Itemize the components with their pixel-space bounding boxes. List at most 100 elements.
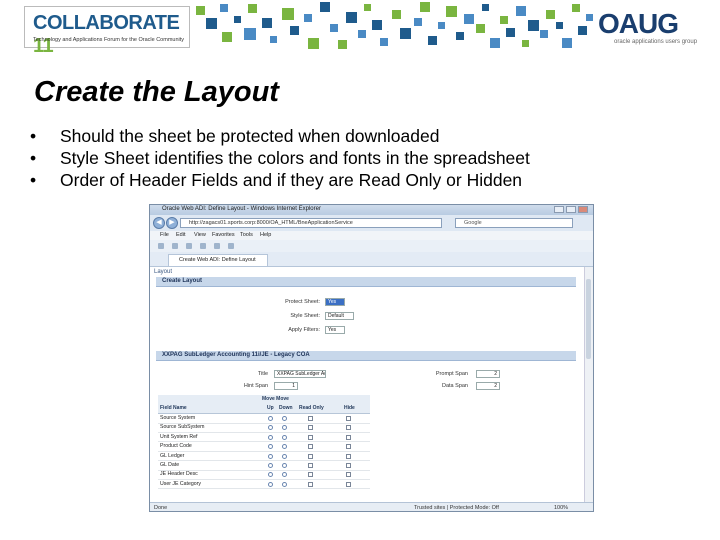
table-row: Source SubSystem [158, 423, 370, 434]
decorative-square [562, 38, 572, 48]
decorative-square [428, 36, 437, 45]
header-up: Up [267, 405, 274, 411]
section-subledger: XXPAG SubLedger Accounting 11i/JE - Lega… [156, 351, 576, 361]
move-down-radio[interactable] [282, 453, 287, 459]
decorative-square [196, 6, 205, 15]
read-only-checkbox[interactable] [308, 453, 313, 459]
decorative-square [540, 30, 548, 38]
decorative-square [556, 22, 563, 29]
favorites-icon[interactable] [158, 243, 164, 249]
bullet-item: Style Sheet identifies the colors and fo… [30, 147, 530, 169]
window-title: Oracle Web ADI: Define Layout - Windows … [162, 206, 321, 212]
read-only-checkbox[interactable] [308, 425, 313, 431]
minimize-button[interactable] [554, 206, 564, 213]
field-name-cell: Source SubSystem [160, 424, 205, 431]
header-move: Move Move [262, 396, 289, 402]
close-button[interactable] [578, 206, 588, 213]
title-input[interactable]: XXPAG SubLedger Accou [274, 370, 326, 378]
move-up-radio[interactable] [268, 425, 273, 431]
move-up-radio[interactable] [268, 453, 273, 459]
maximize-button[interactable] [566, 206, 576, 213]
decorative-square [414, 18, 422, 26]
decorative-square [380, 38, 388, 46]
hint-span-label: Hint Span [243, 383, 268, 389]
hide-checkbox[interactable] [346, 434, 351, 440]
bullet-list: Should the sheet be protected when downl… [30, 125, 530, 191]
hide-checkbox[interactable] [346, 416, 351, 421]
move-up-radio[interactable] [268, 434, 273, 440]
hide-checkbox[interactable] [346, 453, 351, 459]
scroll-thumb[interactable] [586, 279, 591, 359]
read-only-checkbox[interactable] [308, 444, 313, 450]
move-up-radio[interactable] [268, 444, 273, 450]
hide-checkbox[interactable] [346, 463, 351, 468]
browser-tab[interactable]: Create Web ADI: Define Layout [168, 254, 268, 266]
move-up-radio[interactable] [268, 481, 273, 487]
search-field[interactable]: Google [455, 218, 573, 228]
menu-tools[interactable]: Tools [240, 232, 253, 238]
status-bar: Done Trusted sites | Protected Mode: Off… [150, 502, 593, 511]
feeds-icon[interactable] [186, 243, 192, 249]
security-zone-text: Trusted sites | Protected Mode: Off [414, 505, 499, 511]
menu-bar: File Edit View Favorites Tools Help [150, 231, 593, 240]
read-only-checkbox[interactable] [308, 463, 313, 468]
decorative-square [446, 6, 457, 17]
table-row: User JE Category [158, 480, 370, 490]
hide-checkbox[interactable] [346, 481, 351, 487]
move-down-radio[interactable] [282, 425, 287, 431]
decorative-square [234, 16, 241, 23]
field-name-cell: GL Date [160, 462, 180, 468]
hide-checkbox[interactable] [346, 472, 351, 478]
read-only-checkbox[interactable] [308, 434, 313, 440]
menu-view[interactable]: View [194, 232, 206, 238]
decorative-square [522, 40, 529, 47]
move-down-radio[interactable] [282, 444, 287, 450]
data-span-label: Data Span [442, 383, 468, 389]
menu-favorites[interactable]: Favorites [212, 232, 235, 238]
header-read-only: Read Only [299, 405, 324, 411]
vertical-scrollbar[interactable] [584, 267, 593, 502]
data-span-input[interactable]: 2 [476, 382, 500, 390]
prompt-span-input[interactable]: 2 [476, 370, 500, 378]
tools-icon[interactable] [228, 243, 234, 249]
table-row: GL Ledger [158, 452, 370, 462]
menu-edit[interactable]: Edit [176, 232, 185, 238]
collaborate-logo-text: COLLABORATE 11 [33, 12, 189, 58]
hint-span-input[interactable]: 1 [274, 382, 298, 390]
url-field[interactable]: http://zagacs01.sports.corp:8000/OA_HTML… [180, 218, 442, 228]
decorative-square [338, 40, 347, 49]
back-icon[interactable]: ◀ [153, 217, 165, 229]
move-down-radio[interactable] [282, 463, 287, 468]
home-icon[interactable] [172, 243, 178, 249]
oaug-logo-tagline: oracle applications users group [614, 39, 698, 45]
read-only-checkbox[interactable] [308, 472, 313, 478]
protect-sheet-select[interactable]: Yes [325, 298, 345, 306]
print-icon[interactable] [200, 243, 206, 249]
move-up-radio[interactable] [268, 416, 273, 421]
move-down-radio[interactable] [282, 472, 287, 478]
move-down-radio[interactable] [282, 416, 287, 421]
decorative-square [262, 18, 272, 28]
read-only-checkbox[interactable] [308, 481, 313, 487]
hide-checkbox[interactable] [346, 444, 351, 450]
move-down-radio[interactable] [282, 481, 287, 487]
forward-icon[interactable]: ▶ [166, 217, 178, 229]
move-up-radio[interactable] [268, 463, 273, 468]
hide-checkbox[interactable] [346, 425, 351, 431]
decorative-square [206, 18, 217, 29]
page-icon[interactable] [214, 243, 220, 249]
move-up-radio[interactable] [268, 472, 273, 478]
menu-help[interactable]: Help [260, 232, 271, 238]
oaug-logo-name: OAUG [598, 8, 679, 39]
style-sheet-select[interactable]: Default [325, 312, 354, 320]
zoom-level[interactable]: 100% [554, 505, 568, 511]
read-only-checkbox[interactable] [308, 416, 313, 421]
menu-file[interactable]: File [160, 232, 169, 238]
style-sheet-label: Style Sheet: [290, 313, 320, 319]
decorative-square [578, 26, 587, 35]
apply-filters-select[interactable]: Yes [325, 326, 345, 334]
decorative-square [490, 38, 500, 48]
move-down-radio[interactable] [282, 434, 287, 440]
page-content: Layout Create Layout Protect Sheet: Yes … [150, 267, 586, 502]
field-name-cell: Source System [160, 415, 196, 421]
